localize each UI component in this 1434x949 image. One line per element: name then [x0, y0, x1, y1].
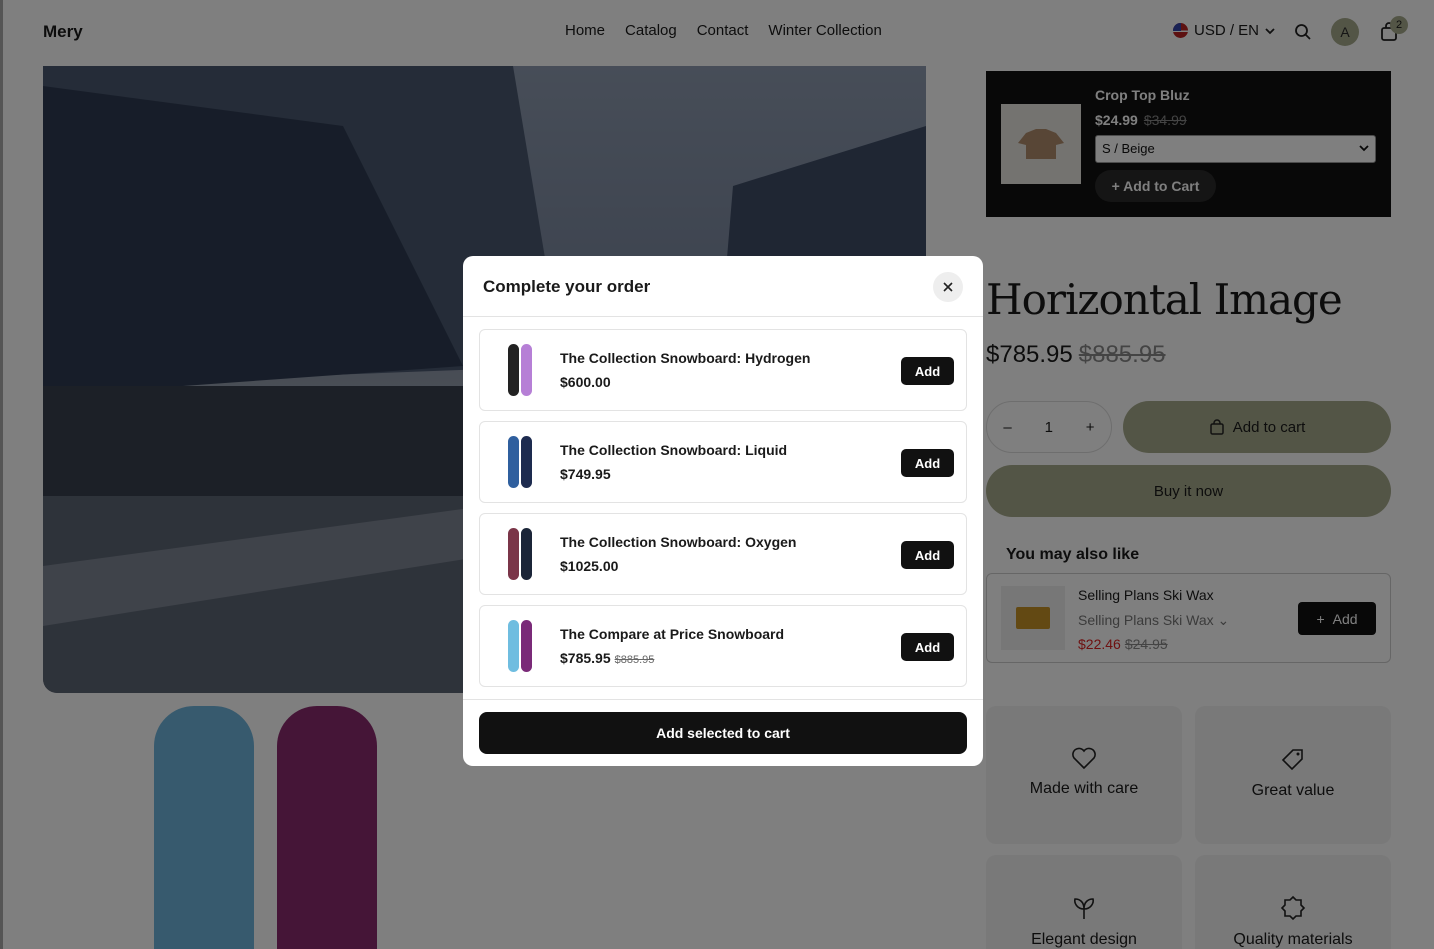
add-liquid-button[interactable]: Add: [901, 449, 954, 477]
add-compare-price-button[interactable]: Add: [901, 633, 954, 661]
close-icon[interactable]: [933, 272, 963, 302]
add-selected-to-cart-button[interactable]: Add selected to cart: [479, 712, 967, 754]
modal-product-row: The Collection Snowboard: Hydrogen $600.…: [479, 329, 967, 411]
modal-title: Complete your order: [483, 277, 651, 296]
modal-divider: [463, 699, 983, 700]
modal-product-row: The Compare at Price Snowboard $785.95 $8…: [479, 605, 967, 687]
snowboard-image: [500, 620, 540, 672]
snowboard-image: [500, 344, 540, 396]
add-hydrogen-button[interactable]: Add: [901, 357, 954, 385]
snowboard-image: [500, 528, 540, 580]
snowboard-image: [500, 436, 540, 488]
modal-product-row: The Collection Snowboard: Oxygen $1025.0…: [479, 513, 967, 595]
modal-divider: [463, 316, 983, 317]
add-oxygen-button[interactable]: Add: [901, 541, 954, 569]
modal-product-row: The Collection Snowboard: Liquid $749.95…: [479, 421, 967, 503]
complete-order-modal: Complete your order The Collection Snowb…: [463, 256, 983, 766]
